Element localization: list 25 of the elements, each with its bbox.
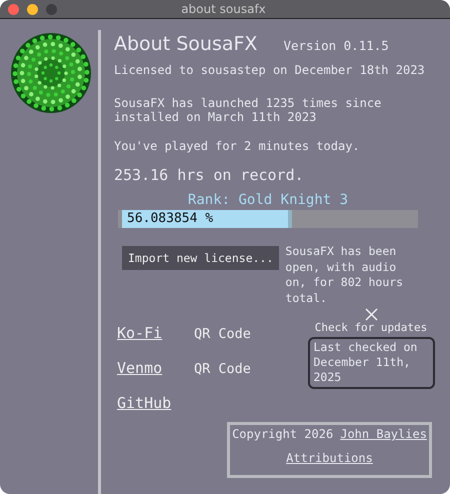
- link[interactable]: Venmo: [117, 357, 174, 379]
- link[interactable]: GitHub: [117, 392, 174, 414]
- update-status-text: Last checked on December 11th, 2025: [308, 337, 434, 389]
- window-control[interactable]: [46, 4, 57, 14]
- qr-code-link[interactable]: QR Code: [194, 327, 251, 341]
- launch-count-text: SousaFX has launched 1235 times since installed on March 11th 2023: [114, 96, 382, 124]
- version-text: Version 0.11.5: [283, 39, 389, 53]
- check-for-updates-button[interactable]: Check for updates: [314, 321, 428, 335]
- hours-text: 253.16 hrs on record.: [114, 166, 305, 184]
- attributions-link[interactable]: Attributions: [286, 451, 373, 465]
- author-link[interactable]: John Baylies: [340, 427, 427, 441]
- heading: About SousaFX: [114, 33, 258, 55]
- open-hours-text: SousaFX has been open, with audio on, for 802 hours total.: [285, 244, 404, 306]
- copyright-text: Copyright 2026: [232, 427, 334, 441]
- link[interactable]: Ko-Fi: [117, 322, 174, 344]
- license-text: Licensed to sousastep on December 18th 2023: [114, 63, 426, 77]
- window-control[interactable]: [27, 4, 38, 14]
- rank-text: Rank: Gold Knight 3: [186, 193, 350, 207]
- window-title: about sousafx: [180, 2, 267, 16]
- qr-code-link[interactable]: QR Code: [194, 362, 251, 376]
- window-control[interactable]: [8, 4, 19, 14]
- progress-label: 56.083854 %: [127, 211, 214, 227]
- cross-icon: [364, 308, 378, 321]
- import-license-button[interactable]: Import new license...: [122, 246, 280, 270]
- played-today-text: You've played for 2 minutes today.: [114, 139, 361, 153]
